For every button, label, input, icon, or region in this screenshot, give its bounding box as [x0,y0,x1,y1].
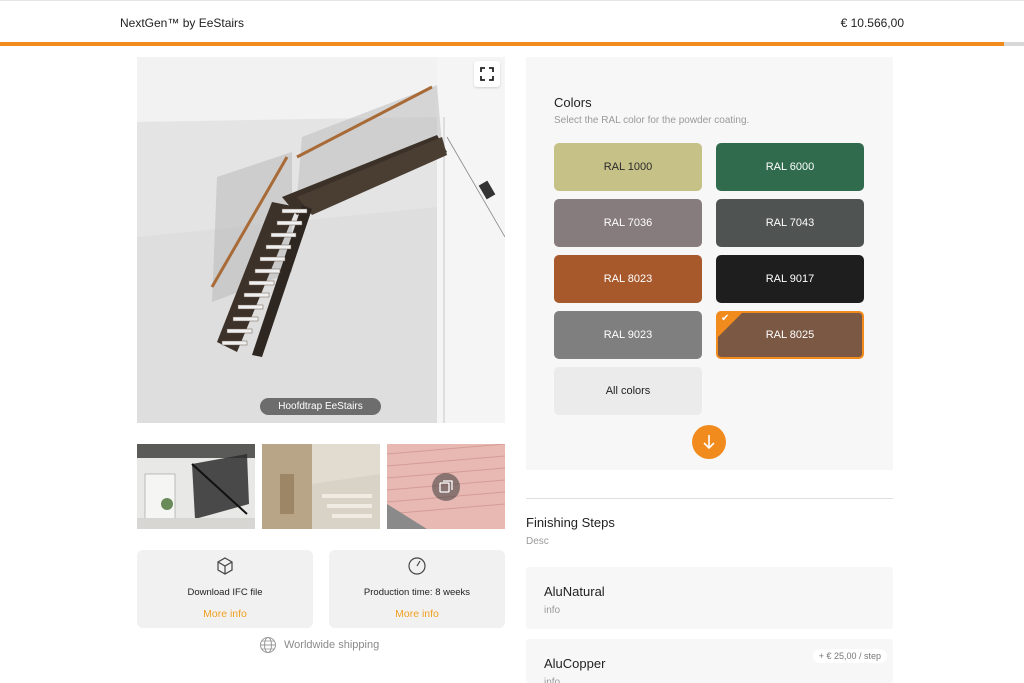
finishing-desc: Desc [526,536,549,547]
swatch-label: RAL 9023 [603,329,653,341]
color-swatch-ral-9017[interactable]: RAL 9017 [716,255,864,303]
staircase-3d-viewer[interactable]: Hoofdtrap EeStairs [137,57,505,423]
color-swatch-ral-6000[interactable]: RAL 6000 [716,143,864,191]
thumbnail-image [262,444,380,529]
color-swatch-ral-7036[interactable]: RAL 7036 [554,199,702,247]
swatch-label: RAL 6000 [765,161,815,173]
option-info: info [544,605,561,616]
thumbnail-image [137,444,255,529]
swatch-label: RAL 1000 [603,161,653,173]
colors-panel: Colors Select the RAL color for the powd… [526,57,893,470]
ifc-download-card[interactable]: Download IFC file More info [137,550,313,628]
color-swatch-ral-9023[interactable]: RAL 9023 [554,311,702,359]
colors-title: Colors [554,95,592,110]
checkmark-icon: ✔ [721,313,730,324]
top-bar: NextGen™ by EeStairs € 10.566,00 [0,0,1024,46]
configurator-progress-bar [0,42,1024,46]
option-price-badge: + € 25,00 / step [812,649,887,663]
section-divider [526,498,893,499]
option-info: info [544,677,561,683]
globe-icon [260,637,276,653]
clock-icon [408,557,426,575]
progress-fill [0,42,1004,46]
ifc-download-label: Download IFC file [187,587,263,598]
worldwide-shipping: Worldwide shipping [259,636,379,654]
thumbnail-lobby-staircase[interactable] [262,444,380,529]
shipping-text: Worldwide shipping [284,639,380,651]
color-swatch-ral-1000[interactable]: RAL 1000 [554,143,702,191]
expand-icon [480,67,494,81]
total-price: € 10.566,00 [840,16,904,30]
swatch-label: RAL 8025 [765,329,815,341]
thumbnail-gallery [137,444,505,529]
production-time-label: Production time: 8 weeks [363,587,471,598]
swatch-label: RAL 7036 [603,217,653,229]
option-name: AluCopper [544,656,606,671]
swatch-label: RAL 7043 [765,217,815,229]
gallery-stack-icon [439,480,453,493]
staircase-render [137,57,505,423]
finishing-title: Finishing Steps [526,515,615,530]
fullscreen-button[interactable] [474,61,500,87]
production-time-card[interactable]: Production time: 8 weeks More info [329,550,505,628]
option-name: AluNatural [544,584,605,599]
color-swatch-ral-8025[interactable]: ✔ RAL 8025 [716,311,864,359]
finishing-option-alucopper[interactable]: + € 25,00 / step AluCopper info [526,639,893,683]
colors-subtitle: Select the RAL color for the powder coat… [554,115,750,126]
ifc-more-info-link[interactable]: More info [137,608,313,620]
cube-icon [217,557,233,575]
swatch-label: RAL 9017 [765,273,815,285]
brand-title: NextGen™ by EeStairs [120,16,245,30]
thumbnail-pink-detail[interactable] [387,444,505,529]
thumbnail-interior-staircase[interactable] [137,444,255,529]
finishing-option-alunatural[interactable]: AluNatural info [526,567,893,629]
all-colors-label: All colors [605,385,651,397]
color-swatch-ral-7043[interactable]: RAL 7043 [716,199,864,247]
color-swatch-ral-8023[interactable]: RAL 8023 [554,255,702,303]
swatch-label: RAL 8023 [603,273,653,285]
production-more-info-link[interactable]: More info [329,608,505,620]
scroll-down-button[interactable] [692,425,726,459]
arrow-down-icon [703,435,715,450]
all-colors-button[interactable]: All colors [554,367,702,415]
gallery-icon[interactable] [432,473,460,501]
staircase-name-label: Hoofdtrap EeStairs [260,398,381,415]
